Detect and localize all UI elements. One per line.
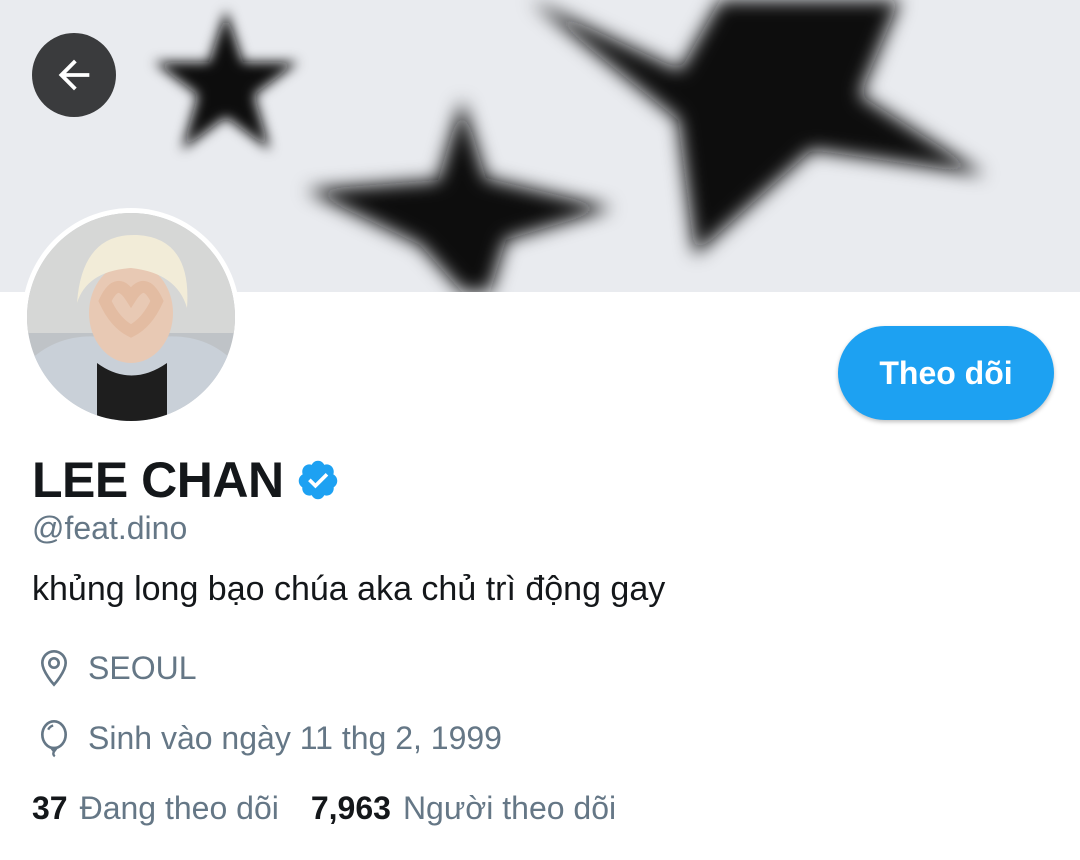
following-link[interactable]: 37 Đang theo dõi — [32, 790, 279, 827]
profile-birthday: Sinh vào ngày 11 thg 2, 1999 — [32, 716, 502, 760]
location-pin-icon — [32, 646, 76, 690]
follow-button-label: Theo dõi — [879, 354, 1013, 391]
birthday-text: Sinh vào ngày 11 thg 2, 1999 — [88, 719, 502, 756]
avatar-photo — [27, 213, 235, 421]
followers-label: Người theo dõi — [402, 790, 617, 826]
following-label: Đang theo dõi — [79, 790, 279, 826]
profile-name-row: LEE CHAN — [32, 448, 340, 512]
profile-stats: 37 Đang theo dõi 7,963 Người theo dõi — [32, 790, 616, 827]
verified-badge-icon — [296, 458, 340, 502]
display-name: LEE CHAN — [32, 452, 284, 508]
balloon-icon — [32, 716, 76, 760]
follow-button[interactable]: Theo dõi — [838, 326, 1054, 420]
followers-count: 7,963 — [310, 790, 391, 826]
location-text: SEOUL — [88, 649, 197, 686]
profile-location: SEOUL — [32, 646, 196, 690]
profile-bio: khủng long bạo chúa aka chủ trì động gay — [32, 570, 666, 608]
followers-link[interactable]: 7,963 Người theo dõi — [311, 790, 616, 827]
back-button[interactable] — [32, 33, 116, 117]
following-count: 37 — [32, 790, 68, 826]
profile-handle: @feat.dino — [32, 510, 188, 546]
avatar[interactable] — [22, 208, 240, 426]
arrow-left-icon — [58, 59, 90, 91]
